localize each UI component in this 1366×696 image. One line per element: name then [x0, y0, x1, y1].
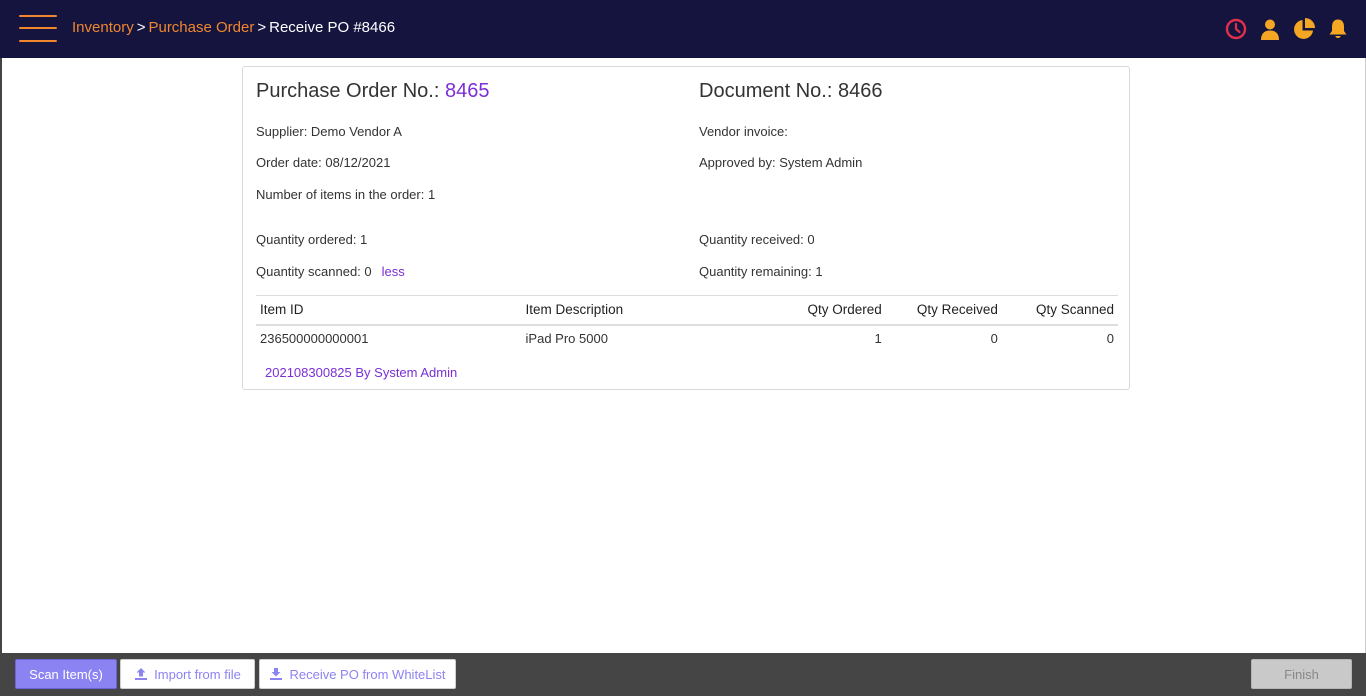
header-item-id[interactable]: Item ID	[256, 295, 522, 326]
receive-po-whitelist-label: Receive PO from WhiteList	[289, 666, 446, 682]
document-number-value: 8466	[837, 80, 883, 102]
finish-button[interactable]: Finish	[1251, 659, 1352, 689]
approved-by-field: Approved by: System Admin	[699, 155, 863, 170]
receive-po-whitelist-button[interactable]: Receive PO from WhiteList	[259, 659, 456, 689]
qty-scanned-row: Quantity scanned: 0 less	[256, 264, 405, 279]
breadcrumb-separator: >	[257, 19, 267, 36]
cell-qty-received: 0	[990, 331, 998, 346]
user-icon[interactable]	[1258, 17, 1282, 41]
pie-chart-icon[interactable]	[1292, 17, 1316, 41]
supplier-field: Supplier: Demo Vendor A	[256, 124, 402, 139]
vendor-invoice-field: Vendor invoice:	[699, 124, 788, 139]
order-date-field: Order date: 08/12/2021	[256, 155, 391, 170]
po-number-value[interactable]: 8465	[445, 80, 490, 102]
cell-item-id: 236500000000001	[260, 331, 369, 346]
qty-scanned-field: Quantity scanned: 0	[256, 264, 372, 279]
scan-log-entry[interactable]: 202108300825 By System Admin	[265, 365, 457, 380]
breadcrumb-purchase-order[interactable]: Purchase Order	[148, 19, 254, 36]
download-icon	[269, 667, 283, 681]
qty-ordered-field: Quantity ordered: 1	[256, 232, 368, 247]
cell-qty-scanned: 0	[1106, 331, 1114, 346]
qty-remaining-field: Quantity remaining: 1	[699, 264, 823, 279]
breadcrumb-separator: >	[136, 19, 146, 36]
qty-received-field: Quantity received: 0	[699, 232, 815, 247]
po-details-card: Purchase Order No.: 8465 Supplier: Demo …	[242, 66, 1130, 390]
header-qty-ordered[interactable]: Qty Ordered	[764, 295, 886, 326]
cell-item-description: iPad Pro 5000	[525, 331, 608, 346]
table-header-row: Item ID Item Description Qty Ordered Qty…	[256, 295, 1118, 326]
items-table: Item ID Item Description Qty Ordered Qty…	[256, 295, 1118, 352]
left-border	[0, 58, 2, 653]
hamburger-menu-icon[interactable]	[19, 15, 57, 43]
po-number-title: Purchase Order No.: 8465	[256, 80, 489, 103]
header-item-description[interactable]: Item Description	[521, 295, 765, 326]
po-number-label: Purchase Order No.:	[256, 80, 440, 102]
import-from-file-label: Import from file	[154, 666, 241, 682]
document-number-title: Document No.: 8466	[699, 80, 882, 103]
num-items-field: Number of items in the order: 1	[256, 187, 436, 202]
header-icons	[1224, 17, 1350, 41]
import-from-file-button[interactable]: Import from file	[120, 659, 255, 689]
cell-qty-ordered: 1	[874, 331, 882, 346]
header-qty-scanned[interactable]: Qty Scanned	[1001, 295, 1118, 326]
breadcrumb-inventory[interactable]: Inventory	[72, 19, 134, 36]
breadcrumb: Inventory > Purchase Order > Receive PO #846…	[72, 19, 395, 36]
header-qty-received[interactable]: Qty Received	[885, 295, 1002, 326]
scan-items-button[interactable]: Scan Item(s)	[15, 659, 117, 689]
table-row[interactable]: 236500000000001 iPad Pro 5000 1 0 0	[256, 325, 1118, 352]
bell-icon[interactable]	[1326, 17, 1350, 41]
upload-icon	[134, 667, 148, 681]
less-link[interactable]: less	[382, 264, 405, 279]
breadcrumb-current: Receive PO #8466	[269, 19, 396, 36]
top-header: Inventory > Purchase Order > Receive PO #846…	[0, 0, 1366, 58]
document-number-label: Document No.:	[699, 80, 833, 102]
action-footer: Scan Item(s) Import from file Receive PO…	[0, 653, 1366, 696]
clock-icon[interactable]	[1224, 17, 1248, 41]
